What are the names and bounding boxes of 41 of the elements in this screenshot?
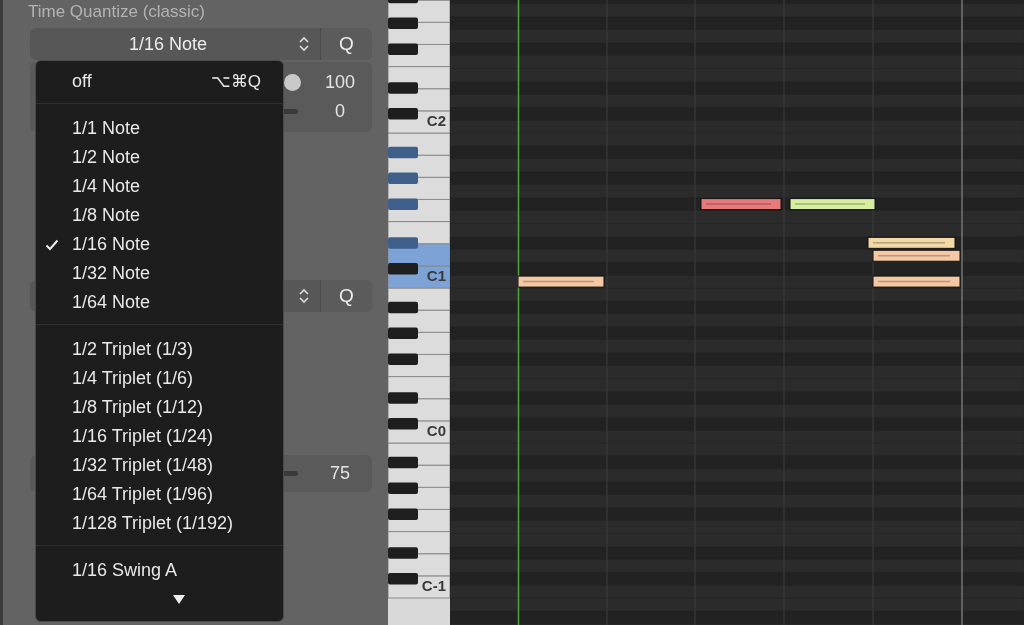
quantize-button[interactable]: Q [320, 28, 372, 60]
menu-item[interactable]: 1/16 Swing A [36, 556, 283, 585]
menu-item[interactable]: 1/32 Triplet (1/48) [36, 451, 283, 480]
scroll-down-arrow-icon[interactable] [172, 595, 185, 604]
menu-item[interactable]: 1/8 Note [36, 201, 283, 230]
menu-item[interactable]: 1/32 Note [36, 259, 283, 288]
quantize-button[interactable]: Q [320, 280, 372, 312]
menu-item[interactable]: off ⌥⌘Q [36, 67, 283, 96]
stepper-icon [298, 287, 310, 305]
midi-note[interactable] [700, 198, 782, 211]
menu-item[interactable]: 1/64 Triplet (1/96) [36, 480, 283, 509]
menu-item[interactable]: 1/128 Triplet (1/192) [36, 509, 283, 538]
menu-item[interactable]: 1/16 Note [36, 230, 283, 259]
menu-item[interactable]: 1/2 Note [36, 143, 283, 172]
slider-thumb[interactable] [284, 74, 301, 91]
octave-label: C1 [426, 267, 446, 284]
octave-label: C-1 [421, 577, 446, 594]
menu-item[interactable]: 1/2 Triplet (1/3) [36, 335, 283, 364]
quantize-value: 1/16 Note [127, 33, 209, 55]
slider-value: 75 [329, 463, 351, 484]
menu-item[interactable]: 1/4 Triplet (1/6) [36, 364, 283, 393]
section-title: Time Quantize (classic) [27, 1, 206, 23]
octave-label: C0 [426, 422, 446, 439]
midi-note[interactable] [872, 249, 961, 262]
piano-keyboard-drawing[interactable] [388, 0, 450, 625]
menu-item[interactable]: 1/64 Note [36, 288, 283, 317]
midi-note[interactable] [872, 275, 961, 288]
midi-note[interactable] [517, 275, 605, 288]
slider-value: 100 [323, 72, 356, 93]
menu-item[interactable]: 1/16 Triplet (1/24) [36, 422, 283, 451]
menu-item[interactable]: 1/8 Triplet (1/12) [36, 393, 283, 422]
keyboard-shortcut: ⌥⌘Q [210, 71, 261, 92]
playhead-line[interactable] [517, 0, 520, 625]
slider-value: 0 [334, 101, 346, 122]
menu-item[interactable]: 1/1 Note [36, 114, 283, 143]
quantize-selector[interactable]: 1/16 Note Q [30, 28, 372, 60]
octave-label: C2 [426, 112, 446, 129]
menu-item[interactable]: 1/4 Note [36, 172, 283, 201]
stepper-icon [298, 35, 310, 53]
midi-note[interactable] [867, 236, 956, 249]
midi-note[interactable] [789, 198, 876, 211]
